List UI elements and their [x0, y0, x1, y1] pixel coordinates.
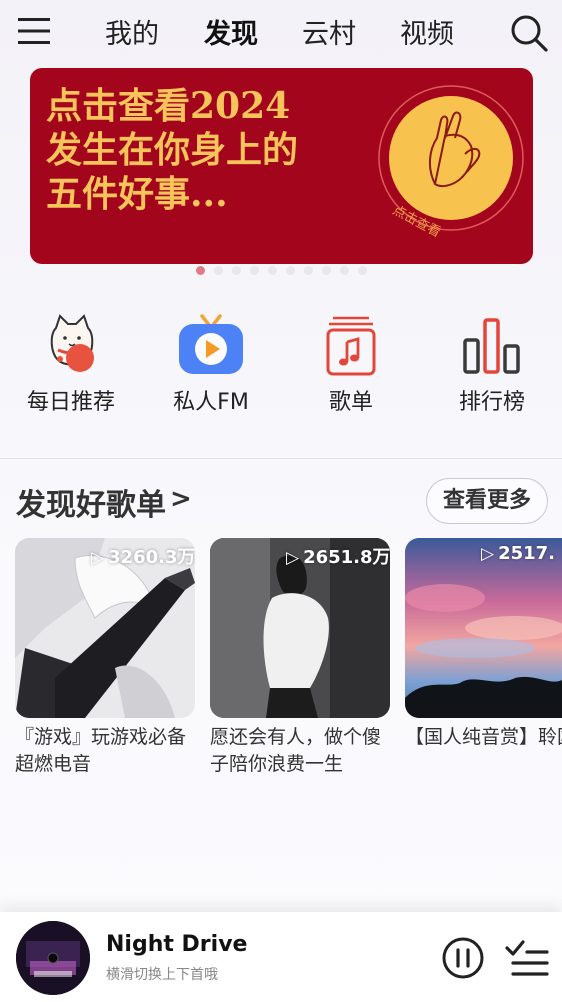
- pagination-dot[interactable]: [250, 266, 259, 275]
- song-title[interactable]: Night Drive: [106, 932, 247, 957]
- playlist-cover[interactable]: ▷ 2517.: [405, 538, 562, 718]
- promo-banner[interactable]: 点击查看2024 发生在你身上的 五件好事... 点击查看: [30, 68, 533, 264]
- pagination-dot[interactable]: [340, 266, 349, 275]
- quick-link-charts[interactable]: 排行榜: [422, 312, 562, 416]
- top-navigation-bar: 我的 发现 云村 视频: [0, 0, 562, 64]
- quick-link-playlist[interactable]: 歌单: [281, 312, 421, 416]
- play-count: ▷ 2651.8万: [286, 547, 390, 568]
- pagination-dot[interactable]: [268, 266, 277, 275]
- section-divider: [0, 458, 562, 459]
- tab-discover[interactable]: 发现: [204, 12, 258, 51]
- night-drive-cover-art: [16, 921, 90, 995]
- pagination-dot[interactable]: [214, 266, 223, 275]
- playlist-cover[interactable]: ▷ 2651.8万: [210, 538, 390, 718]
- song-subtitle: 横滑切换上下首哦: [106, 967, 218, 983]
- pagination-dot[interactable]: [358, 266, 367, 275]
- banner-line-2: 发生在你身上的: [46, 129, 299, 171]
- quick-link-label: 私人FM: [173, 390, 249, 415]
- playlist-title[interactable]: 『游戏』玩游戏必备超燃电音: [15, 724, 195, 778]
- playlist-card[interactable]: ▷ 3260.3万 『游戏』玩游戏必备超燃电音: [15, 538, 195, 778]
- album-art[interactable]: [16, 921, 90, 995]
- playlist-card[interactable]: ▷ 2651.8万 愿还会有人，做个傻子陪你浪费一生: [210, 538, 390, 778]
- lucky-cat-icon: [50, 314, 94, 372]
- pagination-dot[interactable]: [232, 266, 241, 275]
- tab-mine[interactable]: 我的: [105, 12, 159, 51]
- play-count: ▷ 2517.: [481, 543, 556, 564]
- playlist-icon[interactable]: [505, 940, 549, 976]
- section-title[interactable]: 发现好歌单: [16, 480, 166, 524]
- quick-link-label: 排行榜: [458, 390, 525, 415]
- play-icon: ▷: [91, 548, 105, 568]
- tv-fm-icon: [179, 314, 243, 374]
- playlist-title[interactable]: 【国人纯音赏】聆国人华章: [405, 724, 562, 751]
- banner-headline: 点击查看2024 发生在你身上的 五件好事...: [46, 84, 376, 216]
- play-count: ▷ 3260.3万: [91, 547, 195, 568]
- banner-line-1: 点击查看2024: [46, 85, 291, 127]
- pagination-dot[interactable]: [286, 266, 295, 275]
- pause-icon[interactable]: [442, 937, 484, 979]
- pagination-dot[interactable]: [322, 266, 331, 275]
- tab-village[interactable]: 云村: [302, 12, 356, 51]
- playlist-cover[interactable]: ▷ 3260.3万: [15, 538, 195, 718]
- playlist-sheet-icon: [326, 316, 376, 376]
- chart-bars-icon: [463, 318, 520, 374]
- hand-gesture-seal-icon: 点击查看: [378, 85, 524, 241]
- hamburger-menu-icon[interactable]: [18, 17, 50, 45]
- playlist-title[interactable]: 愿还会有人，做个傻子陪你浪费一生: [210, 724, 390, 778]
- quick-link-label: 歌单: [328, 390, 373, 415]
- banner-line-3: 五件好事...: [46, 173, 228, 215]
- play-icon: ▷: [286, 548, 300, 568]
- play-icon: ▷: [481, 544, 495, 564]
- playlist-card[interactable]: ▷2517. 【国人纯音赏】聆国人华章: [405, 538, 562, 751]
- quick-link-label: 每日推荐: [26, 390, 115, 415]
- search-icon[interactable]: [509, 13, 549, 53]
- section-arrow[interactable]: >: [170, 484, 192, 514]
- view-more-button[interactable]: 查看更多: [426, 478, 548, 524]
- sky-cover-art: [405, 538, 562, 718]
- quick-link-daily[interactable]: 每日推荐: [1, 312, 141, 416]
- pagination-dot[interactable]: [196, 266, 205, 275]
- tab-video[interactable]: 视频: [400, 12, 454, 51]
- quick-link-fm[interactable]: 私人FM: [141, 312, 281, 416]
- pagination-dot[interactable]: [304, 266, 313, 275]
